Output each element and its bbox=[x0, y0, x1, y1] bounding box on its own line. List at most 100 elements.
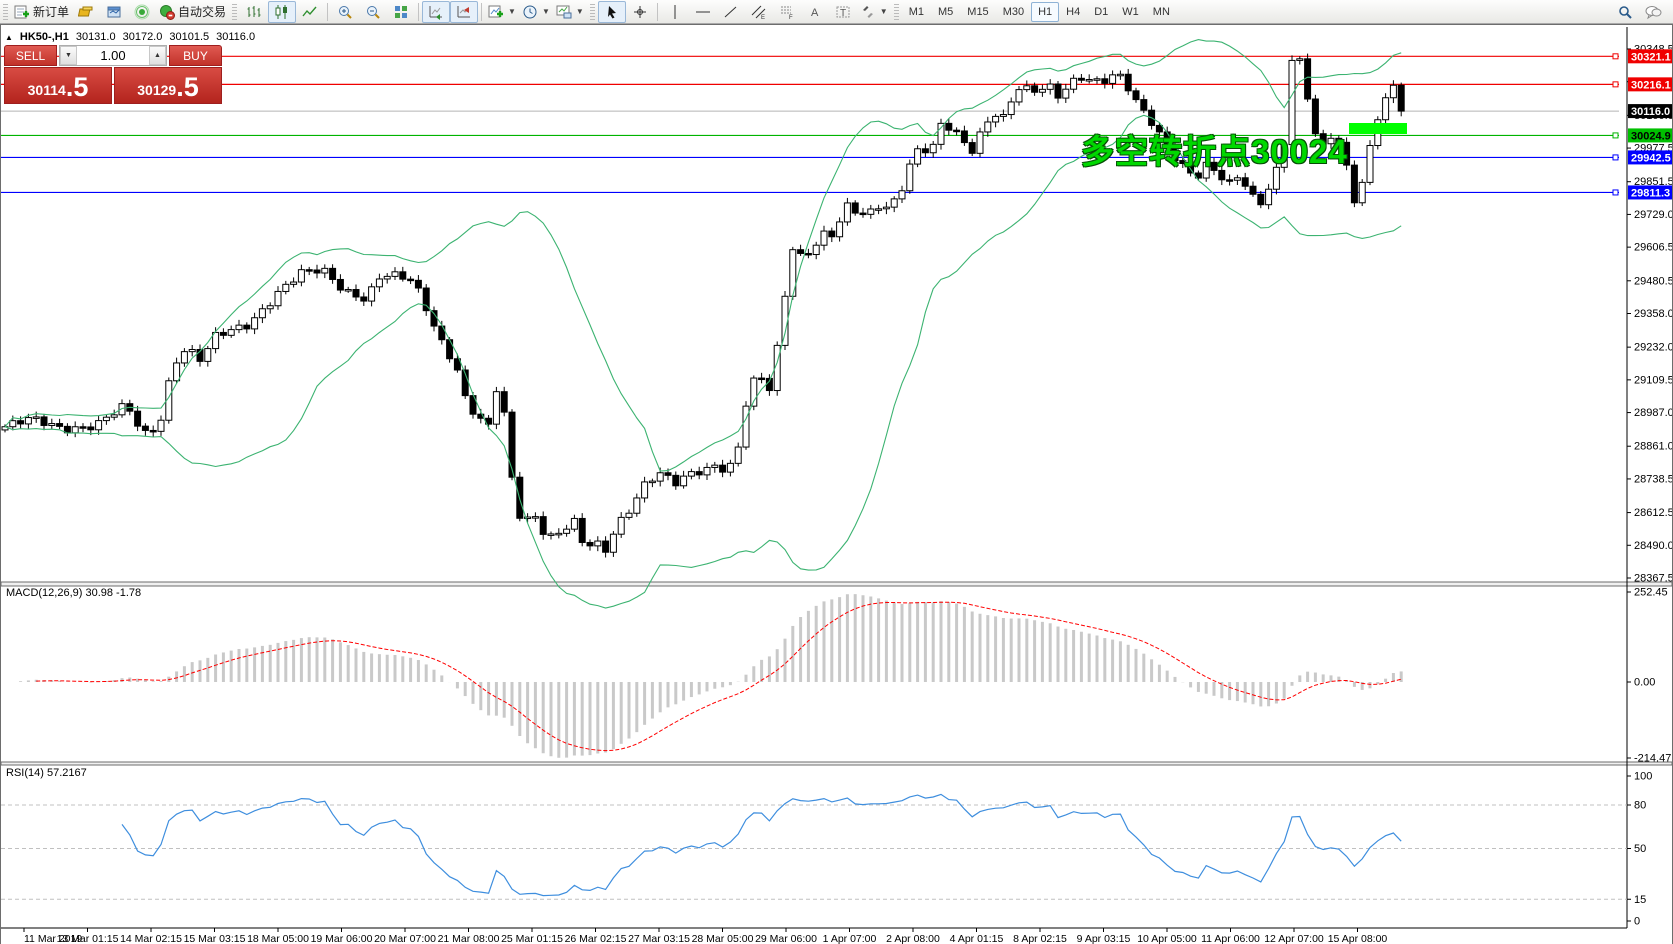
sell-button[interactable]: SELL bbox=[4, 45, 57, 66]
autotrading-button[interactable]: 自动交易 bbox=[156, 1, 229, 23]
time-tick-label: 13 Mar 01:15 bbox=[57, 933, 119, 944]
toolbar-grip[interactable] bbox=[232, 4, 237, 20]
equidistant-channel-button[interactable]: E bbox=[745, 1, 773, 23]
toolbar-grip[interactable] bbox=[590, 4, 595, 20]
zoom-out-icon bbox=[365, 4, 381, 20]
timeframe-button-W1[interactable]: W1 bbox=[1115, 2, 1146, 22]
cursor-icon bbox=[604, 4, 620, 20]
time-tick-label: 4 Apr 01:15 bbox=[950, 933, 1004, 944]
price-tick-label: 29729.0 bbox=[1634, 209, 1672, 221]
bar-chart-icon bbox=[246, 4, 262, 20]
auto-scroll-button[interactable] bbox=[422, 1, 450, 23]
autotrading-icon bbox=[159, 4, 175, 20]
fibonacci-button[interactable]: F bbox=[773, 1, 801, 23]
chevron-down-icon: ▼ bbox=[576, 7, 584, 16]
buy-price[interactable]: 30129.5 bbox=[114, 67, 222, 104]
timeframe-button-M15[interactable]: M15 bbox=[960, 2, 995, 22]
zoom-in-button[interactable] bbox=[331, 1, 359, 23]
line-chart-mode-button[interactable] bbox=[296, 1, 324, 23]
periods-dropdown-button[interactable]: ▼ bbox=[519, 1, 553, 23]
horizontal-line-button[interactable] bbox=[689, 1, 717, 23]
zoom-in-icon bbox=[337, 4, 353, 20]
timeframe-button-MN[interactable]: MN bbox=[1146, 2, 1177, 22]
price-tick-label: 29109.5 bbox=[1634, 374, 1672, 386]
chart-annotation[interactable]: 多空转折点30024 bbox=[1081, 125, 1348, 173]
sell-price[interactable]: 30114.5 bbox=[4, 67, 112, 104]
market-watch-button[interactable] bbox=[72, 1, 100, 23]
new-order-button[interactable]: 新订单 bbox=[11, 1, 72, 23]
search-button[interactable] bbox=[1611, 1, 1639, 23]
toolbar: 新订单 bbox=[0, 0, 1673, 24]
svg-text:E: E bbox=[761, 15, 765, 20]
timeframe-button-M5[interactable]: M5 bbox=[931, 2, 960, 22]
time-tick-label: 8 Apr 02:15 bbox=[1013, 933, 1067, 944]
low-value: 30101.5 bbox=[169, 31, 209, 43]
candlestick-icon bbox=[274, 4, 290, 20]
sell-price-main: 30114 bbox=[28, 79, 66, 101]
time-tick-label: 27 Mar 03:15 bbox=[628, 933, 690, 944]
text-label-button[interactable]: T bbox=[829, 1, 857, 23]
price-tick-label: 29232.0 bbox=[1634, 342, 1672, 354]
buy-button[interactable]: BUY bbox=[169, 45, 222, 66]
toolbar-grip[interactable] bbox=[894, 4, 899, 20]
chat-button[interactable] bbox=[1639, 1, 1667, 23]
timeframe-button-D1[interactable]: D1 bbox=[1087, 2, 1115, 22]
indicators-icon bbox=[488, 4, 504, 20]
bar-chart-mode-button[interactable] bbox=[240, 1, 268, 23]
price-tick-label: 28738.5 bbox=[1634, 473, 1672, 485]
panel-separator bbox=[1, 582, 1672, 586]
time-tick-label: 29 Mar 06:00 bbox=[755, 933, 817, 944]
trendline-button[interactable] bbox=[717, 1, 745, 23]
data-window-button[interactable] bbox=[100, 1, 128, 23]
volume-increase-button[interactable]: ▲ bbox=[149, 46, 166, 65]
autotrading-label: 自动交易 bbox=[178, 3, 226, 20]
timeframe-button-M1[interactable]: M1 bbox=[902, 2, 931, 22]
time-tick-label: 25 Mar 01:15 bbox=[501, 933, 563, 944]
time-tick-label: 15 Mar 03:15 bbox=[184, 933, 246, 944]
templates-dropdown-button[interactable]: ▼ bbox=[553, 1, 587, 23]
crosshair-button[interactable] bbox=[626, 1, 654, 23]
chart-canvas[interactable]: 30348.530226.030100.029977.529851.529729… bbox=[1, 25, 1672, 944]
symbol-info: ▲ HK50-,H1 30131.0 30172.0 30101.5 30116… bbox=[5, 31, 255, 43]
price-tick-label: 28367.5 bbox=[1634, 573, 1672, 585]
volume-value[interactable]: 1.00 bbox=[77, 46, 149, 65]
line-handle bbox=[1613, 133, 1618, 138]
price-level-label-text: 30216.1 bbox=[1631, 79, 1671, 91]
svg-text:T: T bbox=[840, 8, 846, 19]
svg-text:F: F bbox=[789, 15, 793, 20]
chevron-down-icon: ▼ bbox=[880, 7, 888, 16]
symbol-period-label: HK50-,H1 bbox=[20, 31, 69, 43]
zoom-out-button[interactable] bbox=[359, 1, 387, 23]
tile-windows-button[interactable] bbox=[387, 1, 415, 23]
chart-shift-icon bbox=[456, 4, 472, 20]
volume-decrease-button[interactable]: ▼ bbox=[60, 46, 77, 65]
cursor-button[interactable] bbox=[598, 1, 626, 23]
shapes-dropdown-button[interactable]: ▼ bbox=[857, 1, 891, 23]
toolbar-grip[interactable] bbox=[3, 4, 8, 20]
time-tick-label: 10 Apr 05:00 bbox=[1137, 933, 1197, 944]
toolbar-separator bbox=[418, 3, 419, 21]
equidistant-channel-icon: E bbox=[751, 4, 767, 20]
chart-shift-button[interactable] bbox=[450, 1, 478, 23]
text-button[interactable]: A bbox=[801, 1, 829, 23]
indicators-dropdown-button[interactable]: ▼ bbox=[485, 1, 519, 23]
vertical-line-button[interactable] bbox=[661, 1, 689, 23]
price-level-label-text: 30321.1 bbox=[1631, 51, 1671, 63]
bollinger-upper-band bbox=[5, 40, 1401, 471]
community-button[interactable] bbox=[128, 1, 156, 23]
macd-tick-label: 0.00 bbox=[1634, 677, 1655, 689]
search-icon bbox=[1617, 4, 1633, 20]
price-tick-label: 28987.0 bbox=[1634, 407, 1672, 419]
timeframe-button-H1[interactable]: H1 bbox=[1031, 2, 1059, 22]
price-level-label-text: 29942.5 bbox=[1631, 152, 1671, 164]
chevron-down-icon: ▼ bbox=[542, 7, 550, 16]
collapse-panel-icon[interactable]: ▲ bbox=[5, 33, 13, 42]
timeframe-button-H4[interactable]: H4 bbox=[1059, 2, 1087, 22]
candlestick-mode-button[interactable] bbox=[268, 1, 296, 23]
price-level-label-text: 30024.9 bbox=[1631, 130, 1671, 142]
price-level-label-text: 29811.3 bbox=[1631, 187, 1670, 199]
time-tick-label: 9 Apr 03:15 bbox=[1077, 933, 1131, 944]
one-click-trading-panel: SELL ▼ 1.00 ▲ BUY 30114.5 30129.5 bbox=[4, 45, 222, 104]
timeframe-button-M30[interactable]: M30 bbox=[996, 2, 1031, 22]
time-tick-label: 26 Mar 02:15 bbox=[565, 933, 627, 944]
